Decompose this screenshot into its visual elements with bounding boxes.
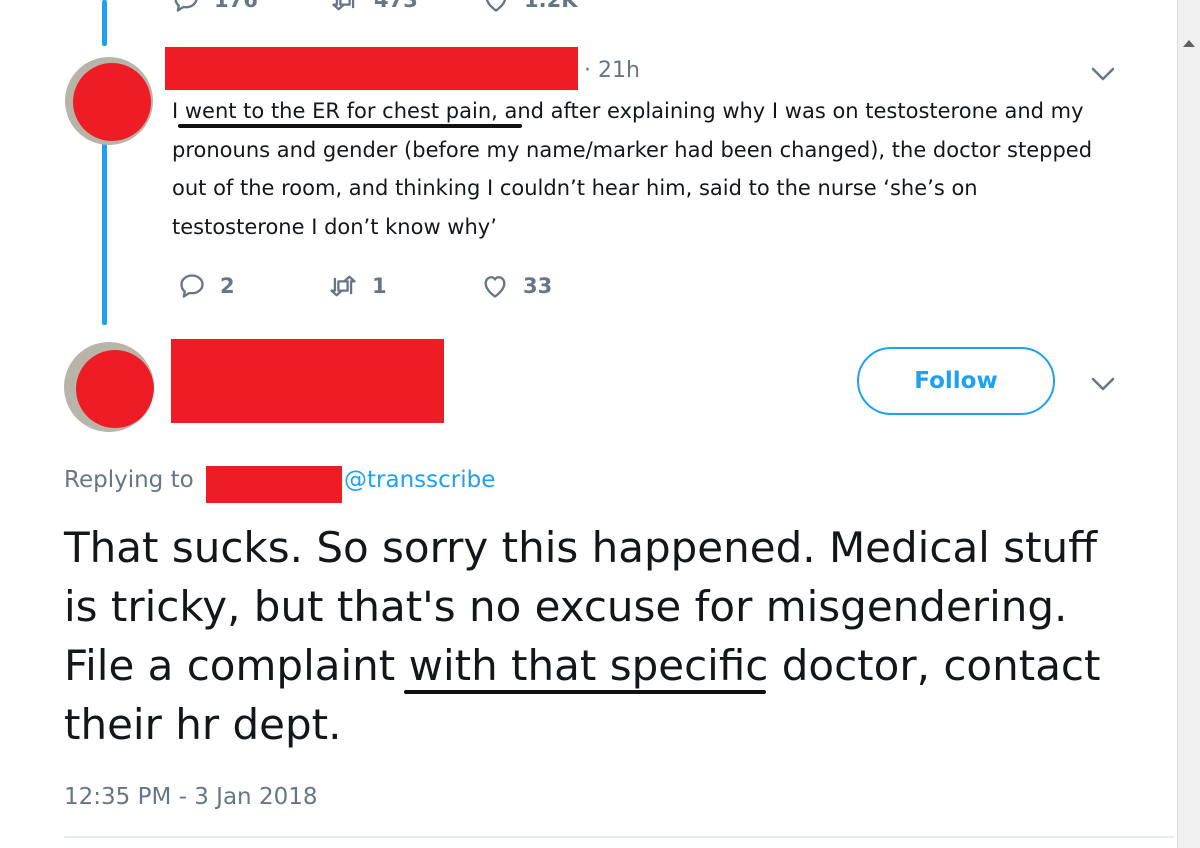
thread-line-bottom: [102, 132, 107, 325]
chevron-down-icon: [1091, 67, 1115, 81]
reply-tweet-text: I went to the ER for chest pain, and aft…: [172, 99, 1093, 239]
prev-retweet-count: 473: [374, 0, 418, 12]
retweet-icon: [332, 0, 355, 11]
prev-reply-count: 176: [214, 0, 258, 12]
retweet-icon: [330, 275, 356, 297]
divider: [64, 836, 1174, 838]
thread-line-top: [102, 0, 107, 46]
scroll-up-arrow-icon[interactable]: [1183, 40, 1195, 47]
reply-icon: [174, 0, 198, 12]
reply-avatar[interactable]: [65, 57, 153, 145]
prev-like-count: 1.2K: [524, 0, 578, 12]
prev-tweet-actions: 176 473 1.2K: [172, 0, 692, 16]
follow-button[interactable]: Follow: [857, 347, 1055, 415]
reply-hand-underline: [178, 124, 522, 128]
prev-reply-action[interactable]: 176: [172, 0, 258, 14]
chevron-down-icon: [1091, 377, 1115, 391]
reply-like-action[interactable]: 33: [481, 272, 552, 300]
reply-reply-action[interactable]: 2: [178, 272, 235, 300]
reply-author-redaction: [165, 47, 578, 90]
replying-to-redaction: [206, 466, 342, 503]
prev-retweet-action[interactable]: 473: [330, 0, 418, 14]
tweet-timestamp[interactable]: 12:35 PM - 3 Jan 2018: [64, 784, 317, 810]
mention-link[interactable]: @transscribe: [344, 467, 495, 493]
prev-like-action[interactable]: 1.2K: [482, 0, 577, 14]
reply-time[interactable]: · 21h: [584, 58, 640, 83]
main-tweet-text: That sucks. So sorry this happened. Medi…: [64, 523, 1101, 749]
reply-like-count: 33: [523, 274, 553, 298]
main-hand-underline: [404, 690, 766, 694]
main-avatar[interactable]: [64, 342, 154, 432]
reply-reply-count: 2: [220, 274, 235, 298]
avatar-redaction: [76, 350, 154, 428]
replying-to-label: Replying to: [64, 467, 194, 493]
heart-icon: [484, 276, 506, 298]
main-author-redaction: [171, 339, 444, 423]
scrollbar[interactable]: [1177, 0, 1200, 848]
avatar-redaction: [73, 63, 151, 141]
reply-retweet-action[interactable]: 1: [328, 272, 387, 300]
main-caret-button[interactable]: [1086, 372, 1120, 396]
reply-caret-button[interactable]: [1086, 62, 1120, 86]
reply-icon: [180, 274, 204, 298]
heart-icon: [485, 0, 507, 12]
reply-retweet-count: 1: [372, 274, 387, 298]
